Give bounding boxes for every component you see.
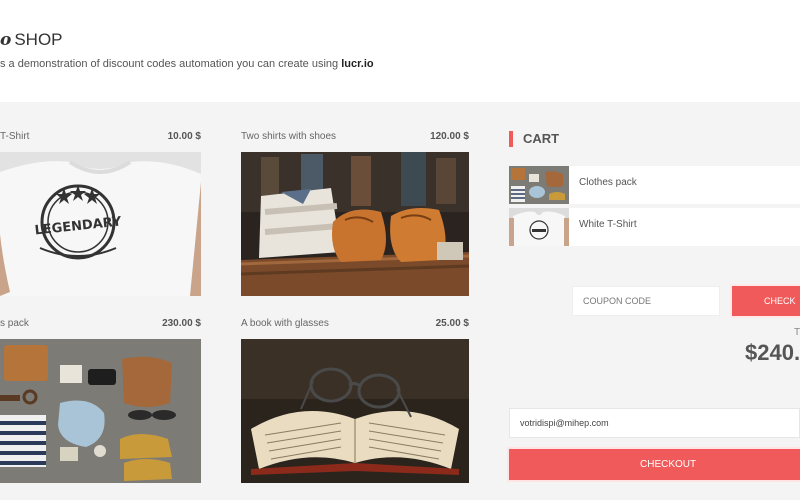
product-image-book-glasses[interactable] (241, 339, 469, 483)
cart-title: CART (509, 131, 559, 147)
shop-title: o SHOP (0, 30, 63, 50)
product-price: 10.00 $ (167, 131, 201, 142)
cart-item-name: Clothes pack (579, 177, 637, 188)
product-name: T-Shirt (0, 131, 30, 142)
shop-logo: o (0, 30, 12, 50)
product-card-tshirt[interactable]: T-Shirt 10.00 $ LEGENDARY (0, 131, 201, 297)
tagline-brand-link[interactable]: lucr.io (341, 58, 373, 70)
product-name: s pack (0, 318, 29, 329)
product-image-tshirt[interactable]: LEGENDARY (0, 152, 201, 296)
cart-item[interactable]: White T-Shirt (509, 208, 800, 246)
total-label: T (794, 327, 800, 338)
coupon-code-input[interactable] (572, 286, 720, 316)
product-name: A book with glasses (241, 318, 329, 329)
cart-item-thumbnail (509, 166, 569, 204)
product-image-clothes-pack[interactable] (0, 339, 201, 483)
header: o SHOP s a demonstration of discount code… (0, 0, 800, 102)
email-field[interactable] (509, 408, 800, 438)
tagline-text: s a demonstration of discount codes auto… (0, 58, 342, 70)
total-amount: $240. (745, 340, 800, 365)
product-card-clothes-pack[interactable]: s pack 230.00 $ (0, 318, 201, 484)
product-card-book-glasses[interactable]: A book with glasses 25.00 $ (241, 318, 469, 484)
product-name: Two shirts with shoes (241, 131, 337, 142)
check-coupon-button[interactable]: CHECK (732, 286, 800, 316)
cart-item-name: White T-Shirt (579, 219, 637, 230)
cart-item-thumbnail (509, 208, 569, 246)
shop-name: SHOP (14, 30, 63, 49)
product-card-shirts-shoes[interactable]: Two shirts with shoes 120.00 $ (241, 131, 469, 297)
checkout-button[interactable]: CHECKOUT (509, 449, 800, 480)
cart-item[interactable]: Clothes pack (509, 166, 800, 204)
product-price: 230.00 $ (162, 318, 201, 329)
tagline: s a demonstration of discount codes auto… (0, 58, 374, 70)
product-price: 120.00 $ (430, 131, 469, 142)
product-price: 25.00 $ (435, 318, 469, 329)
product-image-shirts-shoes[interactable] (241, 152, 469, 296)
